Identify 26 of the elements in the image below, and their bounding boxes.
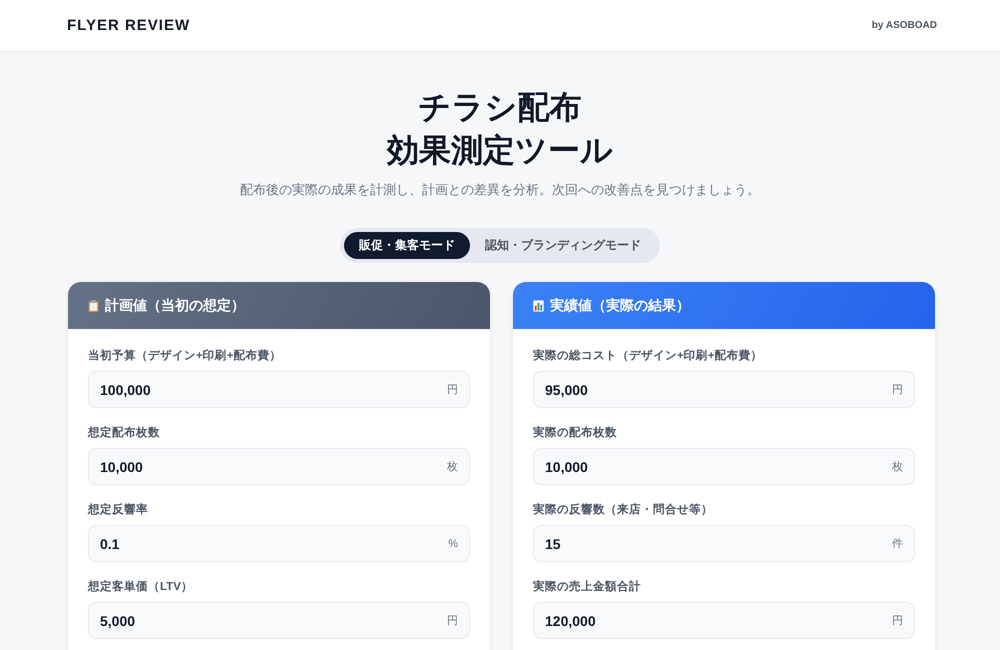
field-label: 想定配布枚数 — [88, 426, 160, 440]
clipboard-icon — [88, 300, 99, 312]
unit-label: 枚 — [892, 460, 903, 474]
field-label: 実際の総コスト（デザイン+印刷+配布費） — [533, 349, 762, 363]
field-label: 実際の反響数（来店・問合せ等） — [533, 503, 713, 517]
unit-label: 円 — [447, 382, 458, 396]
unit-label: 円 — [892, 614, 903, 628]
byline-text: by ASOBOAD — [872, 20, 937, 31]
mode-tab[interactable]: 販促・集客モード — [344, 232, 470, 259]
page-title: チラシ配布 効果測定ツール — [387, 88, 613, 170]
field-label: 実際の配布枚数 — [533, 426, 617, 440]
field-label: 想定反響率 — [88, 503, 148, 517]
bar-chart-icon — [533, 300, 544, 312]
mode-tab[interactable]: 認知・ブランディングモード — [470, 232, 656, 259]
unit-label: 枚 — [447, 460, 458, 474]
unit-label: 円 — [892, 382, 903, 396]
field-label: 実際の売上金額合計 — [533, 580, 641, 594]
field-label: 当初予算（デザイン+印刷+配布費） — [88, 349, 282, 363]
unit-label: 円 — [447, 614, 458, 628]
card-title: 実績値（実際の結果） — [550, 296, 690, 314]
unit-label: % — [448, 536, 458, 550]
card-title: 計画値（当初の想定） — [105, 296, 245, 314]
unit-label: 件 — [892, 536, 903, 550]
logo-text: FLYER REVIEW — [67, 17, 190, 34]
field-label: 想定客単価（LTV） — [88, 580, 193, 594]
page-subtitle: 配布後の実際の成果を計測し、計画との差異を分析。次回への改善点を見つけましょう。 — [240, 181, 760, 199]
